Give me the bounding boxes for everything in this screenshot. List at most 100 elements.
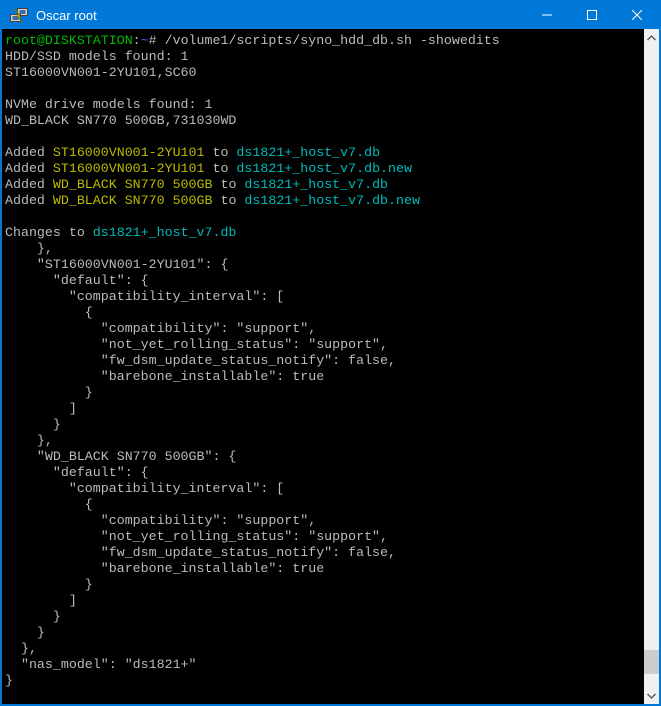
terminal-text-segment: ST16000VN001-2YU101,SC60: [5, 65, 197, 80]
terminal-text-segment: Added: [5, 193, 53, 208]
terminal-line: },: [5, 641, 641, 657]
terminal-line: "barebone_installable": true: [5, 369, 641, 385]
scroll-up-button[interactable]: [644, 29, 659, 46]
terminal-text-segment: "default": {: [5, 273, 149, 288]
terminal-text-segment: to: [205, 145, 237, 160]
terminal-text-segment: Added: [5, 161, 53, 176]
terminal-text-segment: "compatibility_interval": [: [5, 481, 284, 496]
terminal-line: Added WD_BLACK SN770 500GB to ds1821+_ho…: [5, 193, 641, 209]
terminal-line: },: [5, 241, 641, 257]
terminal-lines: root@DISKSTATION:~# /volume1/scripts/syn…: [5, 33, 641, 689]
terminal-text-segment: "fw_dsm_update_status_notify": false,: [5, 353, 396, 368]
minimize-icon: [542, 7, 552, 25]
close-icon: [632, 7, 642, 25]
terminal-line: "compatibility": "support",: [5, 513, 641, 529]
terminal-line: [5, 209, 641, 225]
terminal-line: "fw_dsm_update_status_notify": false,: [5, 545, 641, 561]
terminal-text-segment: ds1821+_host_v7.db.new: [236, 161, 412, 176]
terminal-line: "nas_model": "ds1821+": [5, 657, 641, 673]
terminal-text-segment: #: [149, 33, 165, 48]
putty-window: Oscar root root@DISKSTATION:~# /volume1/…: [0, 0, 661, 706]
terminal-text-segment: }: [5, 609, 61, 624]
terminal-text-segment: ]: [5, 593, 77, 608]
terminal-line: Added ST16000VN001-2YU101 to ds1821+_hos…: [5, 145, 641, 161]
terminal-text-segment: }: [5, 417, 61, 432]
terminal-text-segment: ds1821+_host_v7.db: [244, 177, 388, 192]
terminal-text-segment: "WD_BLACK SN770 500GB": {: [5, 449, 236, 464]
terminal-line: }: [5, 417, 641, 433]
terminal-line: "not_yet_rolling_status": "support",: [5, 337, 641, 353]
terminal-line: "compatibility_interval": [: [5, 289, 641, 305]
terminal-line: },: [5, 433, 641, 449]
terminal-line: "not_yet_rolling_status": "support",: [5, 529, 641, 545]
terminal-text-segment: "barebone_installable": true: [5, 369, 324, 384]
terminal-line: ]: [5, 593, 641, 609]
terminal-line: Added ST16000VN001-2YU101 to ds1821+_hos…: [5, 161, 641, 177]
terminal-line: }: [5, 577, 641, 593]
titlebar[interactable]: Oscar root: [2, 2, 659, 29]
terminal-text-segment: NVMe drive models found: 1: [5, 97, 212, 112]
terminal-text-segment: WD_BLACK SN770 500GB,731030WD: [5, 113, 236, 128]
terminal-line: HDD/SSD models found: 1: [5, 49, 641, 65]
terminal-line: }: [5, 673, 641, 689]
minimize-button[interactable]: [524, 2, 569, 29]
terminal-text-segment: ~: [141, 33, 149, 48]
terminal-text-segment: "not_yet_rolling_status": "support",: [5, 529, 388, 544]
terminal-text-segment: "ST16000VN001-2YU101": {: [5, 257, 228, 272]
scroll-down-button[interactable]: [644, 687, 659, 704]
terminal-line: "ST16000VN001-2YU101": {: [5, 257, 641, 273]
terminal-text-segment: WD_BLACK SN770 500GB: [53, 193, 213, 208]
terminal-text-segment: {: [5, 305, 93, 320]
terminal-text-segment: root@DISKSTATION: [5, 33, 133, 48]
terminal-text-segment: Changes to: [5, 225, 93, 240]
terminal-line: root@DISKSTATION:~# /volume1/scripts/syn…: [5, 33, 641, 49]
terminal-line: [5, 129, 641, 145]
terminal-line: ]: [5, 401, 641, 417]
terminal-line: {: [5, 497, 641, 513]
putty-icon: [10, 8, 28, 24]
terminal-text-segment: {: [5, 497, 93, 512]
scrollbar[interactable]: [644, 29, 659, 704]
close-button[interactable]: [614, 2, 659, 29]
terminal-text-segment: "compatibility": "support",: [5, 321, 316, 336]
terminal-text-segment: }: [5, 625, 45, 640]
window-title: Oscar root: [36, 8, 524, 23]
terminal-text-segment: ds1821+_host_v7.db: [236, 145, 380, 160]
terminal-text-segment: to: [205, 161, 237, 176]
terminal-text-segment: "fw_dsm_update_status_notify": false,: [5, 545, 396, 560]
terminal-line: Changes to ds1821+_host_v7.db: [5, 225, 641, 241]
terminal-line: ST16000VN001-2YU101,SC60: [5, 65, 641, 81]
terminal-text-segment: "compatibility_interval": [: [5, 289, 284, 304]
scrollbar-thumb[interactable]: [644, 650, 659, 674]
terminal-text-segment: ds1821+_host_v7.db.new: [244, 193, 420, 208]
terminal-text-segment: ]: [5, 401, 77, 416]
terminal-line: }: [5, 625, 641, 641]
terminal[interactable]: root@DISKSTATION:~# /volume1/scripts/syn…: [2, 29, 659, 704]
window-controls: [524, 2, 659, 29]
terminal-line: "WD_BLACK SN770 500GB": {: [5, 449, 641, 465]
terminal-text-segment: ST16000VN001-2YU101: [53, 145, 205, 160]
maximize-button[interactable]: [569, 2, 614, 29]
terminal-line: {: [5, 305, 641, 321]
terminal-text-segment: ds1821+_host_v7.db: [93, 225, 237, 240]
terminal-text-segment: "default": {: [5, 465, 149, 480]
terminal-text-segment: /volume1/scripts/syno_hdd_db.sh -showedi…: [165, 33, 500, 48]
terminal-text-segment: ST16000VN001-2YU101: [53, 161, 205, 176]
terminal-text-segment: "compatibility": "support",: [5, 513, 316, 528]
terminal-line: Added WD_BLACK SN770 500GB to ds1821+_ho…: [5, 177, 641, 193]
terminal-line: "fw_dsm_update_status_notify": false,: [5, 353, 641, 369]
terminal-line: "default": {: [5, 465, 641, 481]
terminal-text-segment: },: [5, 433, 53, 448]
terminal-text-segment: }: [5, 385, 93, 400]
terminal-text-segment: "not_yet_rolling_status": "support",: [5, 337, 388, 352]
terminal-line: "default": {: [5, 273, 641, 289]
terminal-line: "compatibility_interval": [: [5, 481, 641, 497]
terminal-text-segment: Added: [5, 145, 53, 160]
terminal-text-segment: "barebone_installable": true: [5, 561, 324, 576]
terminal-text-segment: WD_BLACK SN770 500GB: [53, 177, 213, 192]
terminal-line: [5, 81, 641, 97]
terminal-text-segment: HDD/SSD models found: 1: [5, 49, 189, 64]
terminal-text-segment: },: [5, 641, 37, 656]
terminal-line: NVMe drive models found: 1: [5, 97, 641, 113]
terminal-text-segment: "nas_model": "ds1821+": [5, 657, 197, 672]
